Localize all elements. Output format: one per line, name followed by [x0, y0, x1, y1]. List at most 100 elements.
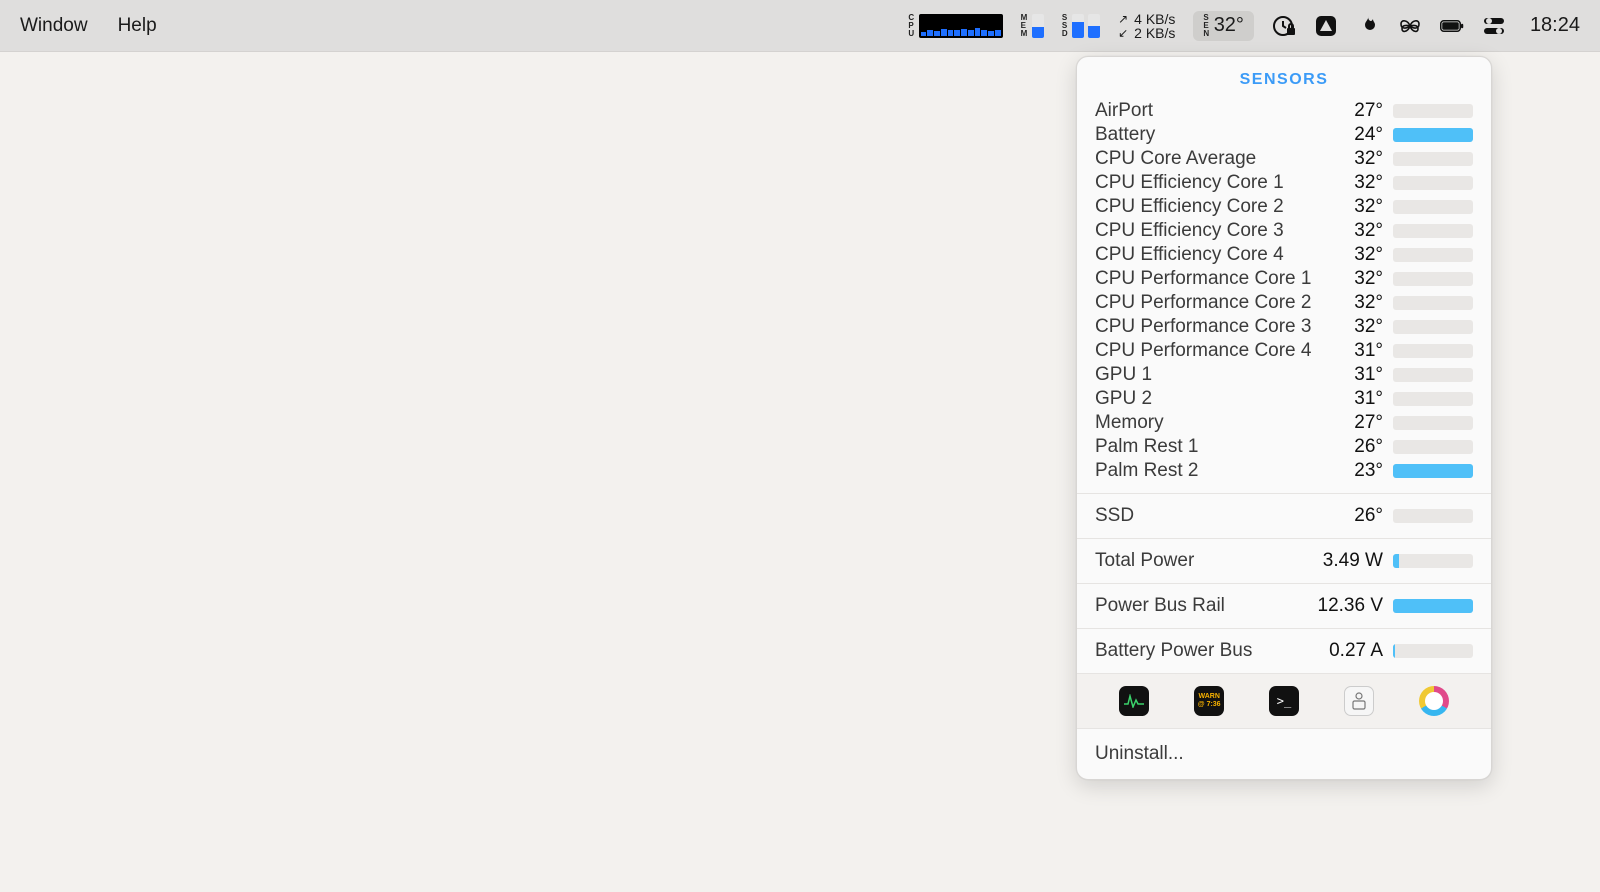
- row-value: 26°: [1354, 505, 1383, 527]
- app-gauge-icon[interactable]: [1419, 686, 1449, 716]
- butterfly-icon[interactable]: [1398, 14, 1422, 38]
- control-center-icon[interactable]: [1482, 14, 1506, 38]
- row-label: Battery Power Bus: [1095, 640, 1319, 662]
- row-value: 0.27 A: [1329, 640, 1383, 662]
- row-value: 26°: [1354, 436, 1383, 458]
- app-console-icon[interactable]: WARN@ 7:36: [1194, 686, 1224, 716]
- row-value: 32°: [1354, 172, 1383, 194]
- row-label: CPU Core Average: [1095, 148, 1344, 170]
- sensor-row[interactable]: CPU Efficiency Core 132°: [1095, 171, 1473, 195]
- menubar-clock[interactable]: 18:24: [1530, 14, 1580, 37]
- sensor-row[interactable]: Palm Rest 1 26°: [1095, 435, 1473, 459]
- row-bar: [1393, 176, 1473, 190]
- row-value: 32°: [1354, 316, 1383, 338]
- row-battery-power-bus[interactable]: Battery Power Bus 0.27 A: [1095, 639, 1473, 663]
- row-bar: [1393, 224, 1473, 238]
- sensor-row[interactable]: CPU Performance Core 2 32°: [1095, 291, 1473, 315]
- row-label: Palm Rest 1: [1095, 436, 1344, 458]
- row-bar: [1393, 464, 1473, 478]
- net-up: 4 KB/s: [1134, 12, 1175, 26]
- row-value: 31°: [1354, 340, 1383, 362]
- network-widget[interactable]: ↗↙ 4 KB/s 2 KB/s: [1118, 12, 1175, 40]
- ssd-section: SSD 26°: [1077, 493, 1491, 538]
- row-label: CPU Efficiency Core 3: [1095, 220, 1344, 242]
- row-bar: [1393, 344, 1473, 358]
- sensor-row[interactable]: Battery 24°: [1095, 123, 1473, 147]
- apps-row: WARN@ 7:36 >_: [1077, 673, 1491, 728]
- app-system-info-icon[interactable]: [1344, 686, 1374, 716]
- row-bar: [1393, 368, 1473, 382]
- row-value: 32°: [1354, 244, 1383, 266]
- sensor-row[interactable]: CPU Performance Core 4 31°: [1095, 339, 1473, 363]
- sensor-row[interactable]: AirPort 27°: [1095, 99, 1473, 123]
- sensor-row[interactable]: Memory 27°: [1095, 411, 1473, 435]
- sensor-row[interactable]: CPU Efficiency Core 4 32°: [1095, 243, 1473, 267]
- row-bar: [1393, 272, 1473, 286]
- panel-title: SENSORS: [1077, 57, 1491, 95]
- row-label: AirPort: [1095, 100, 1344, 122]
- cpu-graph-icon: [919, 14, 1003, 38]
- row-bar: [1393, 554, 1473, 568]
- row-value: 23°: [1354, 460, 1383, 482]
- ssd-label: S S D: [1062, 14, 1068, 38]
- mem-widget[interactable]: M E M: [1021, 14, 1044, 38]
- sensor-row[interactable]: CPU Core Average 32°: [1095, 147, 1473, 171]
- sensor-list: AirPort27°Battery24°CPU Core Average32°C…: [1077, 95, 1491, 493]
- row-value: 27°: [1354, 100, 1383, 122]
- row-value: 32°: [1354, 148, 1383, 170]
- row-total-power[interactable]: Total Power 3.49 W: [1095, 549, 1473, 573]
- menu-help[interactable]: Help: [118, 15, 157, 37]
- row-bar: [1393, 644, 1473, 658]
- row-label: CPU Performance Core 1: [1095, 268, 1344, 290]
- cpu-widget[interactable]: C P U: [908, 14, 1002, 38]
- sensor-temp: 32°: [1214, 14, 1244, 37]
- row-label: Total Power: [1095, 550, 1313, 572]
- sensors-panel: SENSORS AirPort27°Battery24°CPU Core Ave…: [1076, 56, 1492, 780]
- sensor-row[interactable]: CPU Efficiency Core 232°: [1095, 195, 1473, 219]
- ssd-bar-icon: [1072, 14, 1084, 38]
- row-bar: [1393, 416, 1473, 430]
- clock-lock-icon[interactable]: [1272, 14, 1296, 38]
- row-label: CPU Efficiency Core 2: [1095, 196, 1344, 218]
- row-label: Battery: [1095, 124, 1344, 146]
- app-terminal-icon[interactable]: >_: [1269, 686, 1299, 716]
- ssd-bar-icon: [1088, 14, 1100, 38]
- row-bar: [1393, 200, 1473, 214]
- flame-icon[interactable]: [1356, 14, 1380, 38]
- row-value: 27°: [1354, 412, 1383, 434]
- sensor-row[interactable]: CPU Performance Core 1 32°: [1095, 267, 1473, 291]
- rail-section: Power Bus Rail 12.36 V: [1077, 583, 1491, 628]
- row-power-bus-rail[interactable]: Power Bus Rail 12.36 V: [1095, 594, 1473, 618]
- row-value: 24°: [1354, 124, 1383, 146]
- triangle-icon[interactable]: [1314, 14, 1338, 38]
- sensor-row[interactable]: Palm Rest 2 23°: [1095, 459, 1473, 483]
- sensor-row[interactable]: CPU Performance Core 3 32°: [1095, 315, 1473, 339]
- row-label: Palm Rest 2: [1095, 460, 1344, 482]
- row-label: CPU Efficiency Core 4: [1095, 244, 1344, 266]
- battery-icon[interactable]: [1440, 14, 1464, 38]
- row-value: 31°: [1354, 364, 1383, 386]
- sensor-row[interactable]: CPU Efficiency Core 332°: [1095, 219, 1473, 243]
- uninstall-button[interactable]: Uninstall...: [1077, 728, 1491, 779]
- row-label: CPU Performance Core 2: [1095, 292, 1344, 314]
- row-value: 32°: [1354, 292, 1383, 314]
- row-label: CPU Performance Core 3: [1095, 316, 1344, 338]
- row-value: 32°: [1354, 268, 1383, 290]
- menu-window[interactable]: Window: [20, 15, 88, 37]
- sensor-row[interactable]: GPU 231°: [1095, 387, 1473, 411]
- net-down: 2 KB/s: [1134, 26, 1175, 40]
- row-bar: [1393, 296, 1473, 310]
- row-label: Power Bus Rail: [1095, 595, 1308, 617]
- row-label: GPU 1: [1095, 364, 1344, 386]
- sensors-widget[interactable]: S E N 32°: [1193, 11, 1254, 41]
- row-ssd[interactable]: SSD 26°: [1095, 504, 1473, 528]
- row-label: CPU Performance Core 4: [1095, 340, 1344, 362]
- row-bar: [1393, 152, 1473, 166]
- row-bar: [1393, 248, 1473, 262]
- ssd-widget[interactable]: S S D: [1062, 14, 1100, 38]
- sensor-row[interactable]: GPU 1 31°: [1095, 363, 1473, 387]
- app-activity-monitor-icon[interactable]: [1119, 686, 1149, 716]
- row-label: GPU 2: [1095, 388, 1344, 410]
- row-bar: [1393, 599, 1473, 613]
- row-label: Memory: [1095, 412, 1344, 434]
